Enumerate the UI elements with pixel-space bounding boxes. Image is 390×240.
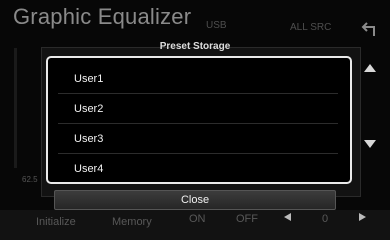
- preset-item-user3[interactable]: User3: [58, 124, 338, 154]
- triangle-left-icon: [284, 213, 291, 221]
- decrease-button[interactable]: [283, 212, 292, 225]
- on-button[interactable]: ON: [189, 213, 206, 225]
- all-src-button[interactable]: ALL SRC: [290, 22, 331, 33]
- back-button[interactable]: [356, 16, 384, 42]
- memory-button[interactable]: Memory: [112, 216, 152, 228]
- triangle-right-icon: [359, 213, 366, 221]
- initialize-button[interactable]: Initialize: [36, 216, 76, 228]
- preset-item-user1[interactable]: User1: [58, 64, 338, 94]
- preset-item-user2[interactable]: User2: [58, 94, 338, 124]
- scroll-up-button[interactable]: [360, 58, 380, 78]
- preset-item-user4[interactable]: User4: [58, 154, 338, 184]
- value-display: 0: [322, 213, 329, 225]
- scroll-down-button[interactable]: [360, 134, 380, 154]
- back-arrow-icon: [361, 22, 375, 36]
- close-button[interactable]: Close: [54, 190, 336, 210]
- screen-title: Graphic Equalizer: [13, 4, 192, 29]
- frequency-label: 62.5: [22, 175, 38, 184]
- preset-list: User1 User2 User3 User4: [46, 56, 352, 184]
- dialog-title: Preset Storage: [159, 41, 231, 52]
- off-button[interactable]: OFF: [236, 213, 258, 225]
- eq-slider-track: [14, 48, 17, 168]
- triangle-up-icon: [364, 64, 376, 72]
- triangle-down-icon: [364, 140, 376, 148]
- increase-button[interactable]: [358, 212, 367, 225]
- source-label: USB: [206, 20, 227, 31]
